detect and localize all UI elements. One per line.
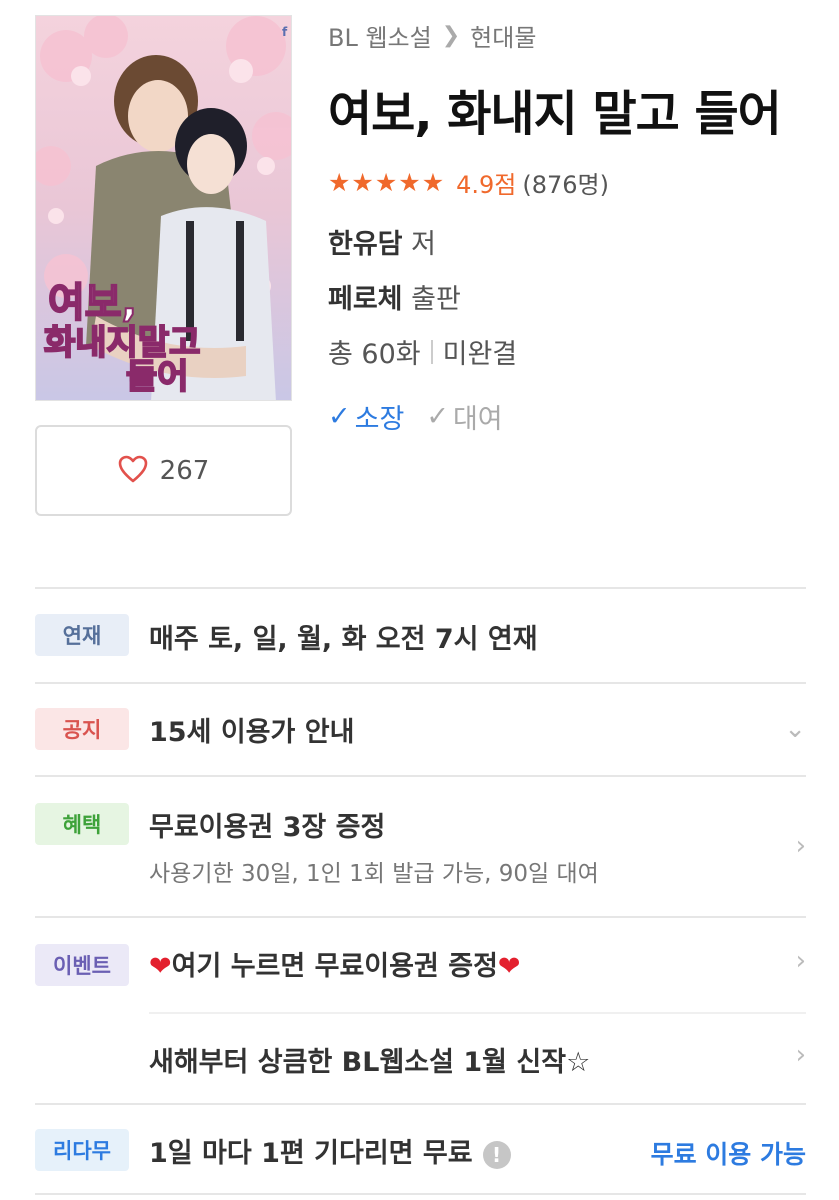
divider	[430, 339, 433, 364]
star-icon: ★	[328, 167, 351, 197]
chevron-right-icon[interactable]: ›	[796, 833, 806, 859]
wait-free-row[interactable]: 리다무 1일 마다 1편 기다리면 무료! 무료 이용 가능	[35, 1105, 806, 1195]
check-icon: ✓	[328, 400, 351, 432]
serial-badge: 연재	[35, 614, 129, 656]
svg-text:f: f	[282, 25, 288, 39]
red-heart-icon: ❤	[497, 951, 521, 982]
chevron-right-icon[interactable]: ›	[796, 1042, 806, 1068]
event-badge: 이벤트	[35, 944, 129, 986]
event-row-1[interactable]: 이벤트 ❤여기 누르면 무료이용권 증정❤ ›	[35, 918, 806, 1012]
completion-status: 미완결	[442, 339, 518, 370]
breadcrumb-category[interactable]: BL 웹소설	[328, 18, 432, 53]
notice-badge: 공지	[35, 708, 129, 750]
publisher-suffix: 출판	[411, 284, 461, 315]
star-icon: ★	[421, 167, 445, 197]
own-label: 소장	[354, 403, 405, 435]
publisher-name[interactable]: 페로체	[328, 284, 403, 315]
event-title-2: 새해부터 상큼한 BL웹소설 1월 신작☆	[149, 1047, 591, 1078]
author-name[interactable]: 한유담	[328, 229, 403, 260]
serial-schedule: 매주 토, 일, 월, 화 오전 7시 연재	[149, 624, 538, 655]
author-suffix: 저	[411, 229, 436, 260]
star-icon: ★	[374, 167, 398, 197]
rent-label: 대여	[452, 403, 503, 435]
breadcrumb: BL 웹소설 ❯ 현대물	[328, 18, 536, 52]
rating-count: (876명)	[522, 170, 609, 199]
ownership-options: ✓ 소장 ✓ 대여	[328, 397, 503, 436]
info-icon[interactable]: !	[482, 1140, 511, 1169]
like-button[interactable]: 267	[35, 425, 292, 516]
star-icon: ★	[351, 167, 374, 197]
free-available-link[interactable]: 무료 이용 가능	[651, 1135, 806, 1171]
book-title: 여보, 화내지 말고 들어	[328, 86, 782, 142]
cover-title-line1: 여보,	[48, 280, 137, 326]
chevron-right-icon: ❯	[441, 22, 461, 48]
episode-info: 총 60화 미완결	[328, 332, 517, 371]
benefit-title: 무료이용권 3장 증정	[149, 812, 386, 843]
event-row-2[interactable]: 새해부터 상큼한 BL웹소설 1월 신작☆ ›	[35, 1012, 806, 1105]
notice-text: 15세 이용가 안내	[149, 717, 355, 748]
author-line[interactable]: 한유담 저	[328, 222, 436, 261]
episode-count: 총 60화	[328, 339, 421, 370]
chevron-down-icon[interactable]: ⌄	[784, 716, 806, 742]
own-option[interactable]: ✓ 소장	[328, 397, 404, 436]
benefit-badge: 혜택	[35, 803, 129, 845]
benefit-row[interactable]: 혜택 무료이용권 3장 증정 사용기한 30일, 1인 1회 발급 가능, 90…	[35, 777, 806, 918]
event-title-1: ❤여기 누르면 무료이용권 증정❤	[149, 944, 806, 983]
serial-row: 연재 매주 토, 일, 월, 화 오전 7시 연재	[35, 589, 806, 684]
event-text: 여기 누르면 무료이용권 증정	[171, 951, 498, 982]
red-heart-icon: ❤	[149, 951, 172, 982]
breadcrumb-subcategory[interactable]: 현대물	[470, 18, 536, 53]
publisher-line[interactable]: 페로체 출판	[328, 277, 461, 316]
wait-free-badge: 리다무	[35, 1129, 129, 1171]
benefit-detail: 사용기한 30일, 1인 1회 발급 가능, 90일 대여	[149, 861, 599, 887]
rent-option[interactable]: ✓ 대여	[426, 397, 502, 436]
wait-free-label: 1일 마다 1편 기다리면 무료	[149, 1138, 473, 1169]
rating: ★ ★ ★ ★ ★ 4.9점 (876명)	[328, 164, 609, 200]
star-rating: ★ ★ ★ ★ ★	[328, 170, 444, 195]
rating-score: 4.9점	[456, 170, 517, 199]
heart-icon	[118, 455, 148, 487]
check-icon: ✓	[426, 400, 449, 432]
chevron-right-icon[interactable]: ›	[796, 948, 806, 974]
notice-row[interactable]: 공지 15세 이용가 안내 ⌄	[35, 684, 806, 777]
cover-title-line3: 들어	[126, 357, 189, 397]
info-list: 연재 매주 토, 일, 월, 화 오전 7시 연재 공지 15세 이용가 안내 …	[35, 587, 806, 1195]
book-cover[interactable]: 여보, 화내지말고 들어 f	[35, 15, 292, 401]
star-icon: ★	[398, 167, 421, 197]
like-count: 267	[159, 455, 210, 486]
